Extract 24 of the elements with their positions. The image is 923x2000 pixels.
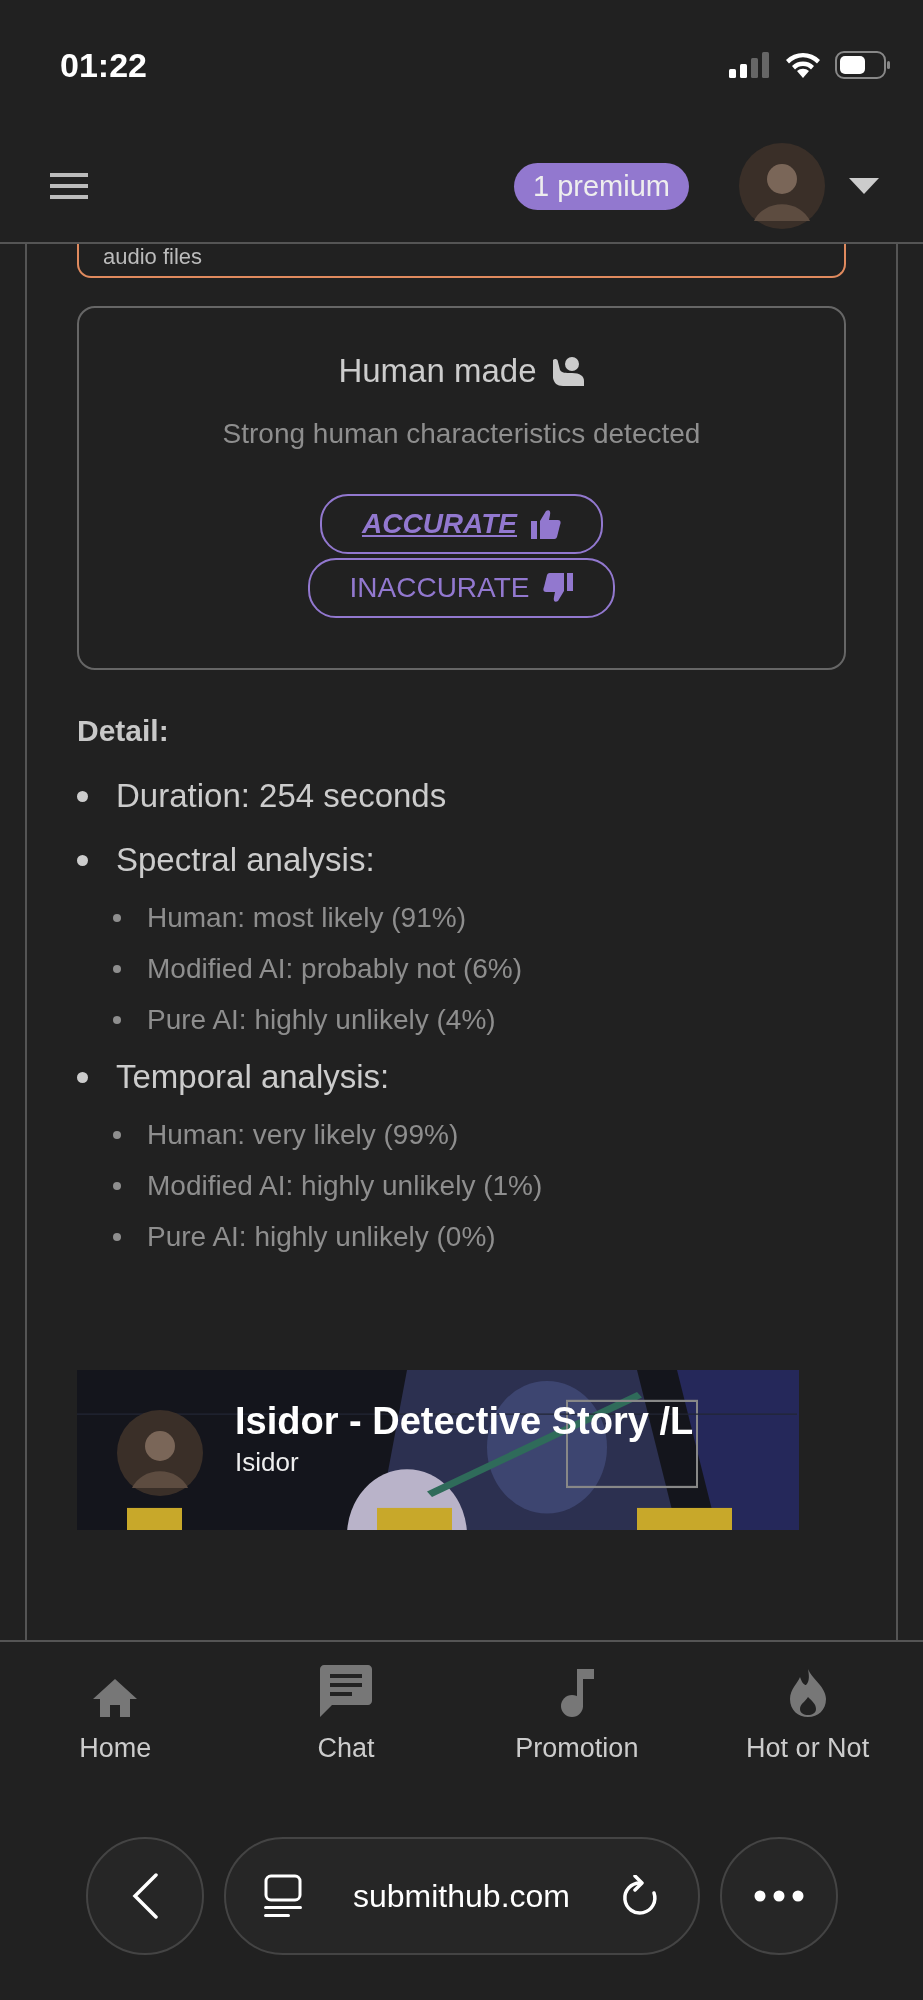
address-bar[interactable]: submithub.com	[223, 1837, 700, 1955]
nav-tab[interactable]: Home	[0, 1664, 231, 1764]
detail-item: Duration: 254 seconds	[116, 777, 447, 815]
result-subtitle: Strong human characteristics detected	[222, 418, 701, 450]
detail-subitem: Human: most likely (91%)	[147, 901, 466, 934]
detail-item: Temporal analysis:	[116, 1058, 390, 1096]
channel-name[interactable]: Isidor	[235, 1447, 694, 1478]
feedback-button[interactable]: ACCURATE	[320, 494, 603, 554]
detail-subitem: Modified AI: highly unlikely (1%)	[147, 1169, 543, 1202]
card-text: audio files	[103, 244, 203, 269]
detail-item: Spectral analysis:	[116, 841, 375, 879]
detail-heading: Detail:	[77, 714, 170, 748]
status-time: 01:22	[60, 45, 147, 85]
feedback-button[interactable]: INACCURATE	[307, 558, 616, 618]
nav-tab[interactable]: Chat	[230, 1664, 462, 1764]
video-title[interactable]: Isidor - Detective Story /L	[235, 1400, 694, 1443]
detail-subitem: Human: very likely (99%)	[147, 1118, 459, 1151]
detail-subitem: Pure AI: highly unlikely (0%)	[147, 1220, 496, 1253]
nav-tab[interactable]: Hot or Not	[692, 1664, 923, 1764]
nav-tab[interactable]: Promotion	[461, 1664, 693, 1764]
result-title: Human made	[338, 352, 537, 390]
url-text: submithub.com	[353, 1877, 570, 1915]
detail-subitem: Modified AI: probably not (6%)	[147, 952, 523, 985]
detail-subitem: Pure AI: highly unlikely (4%)	[147, 1003, 496, 1036]
